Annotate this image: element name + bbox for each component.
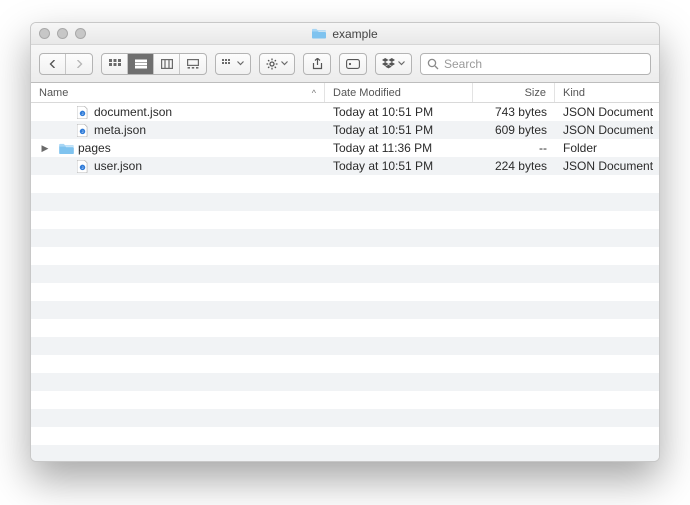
list-view-button[interactable] (128, 54, 154, 74)
file-size: 224 bytes (473, 159, 555, 173)
file-kind: JSON Document (555, 159, 659, 173)
gear-icon (266, 58, 278, 70)
gallery-view-button[interactable] (180, 54, 206, 74)
sort-indicator-icon: ^ (312, 88, 316, 98)
svg-text:J: J (82, 129, 84, 133)
column-header-size[interactable]: Size (473, 83, 555, 102)
empty-row (31, 211, 659, 229)
empty-row (31, 229, 659, 247)
search-input[interactable] (444, 57, 644, 71)
empty-row (31, 283, 659, 301)
empty-row (31, 319, 659, 337)
json-file-icon: J (75, 124, 90, 137)
back-button[interactable] (40, 54, 66, 74)
window-title: example (31, 27, 659, 41)
empty-row (31, 265, 659, 283)
empty-row (31, 409, 659, 427)
empty-row (31, 355, 659, 373)
column-view-button[interactable] (154, 54, 180, 74)
empty-row (31, 301, 659, 319)
empty-row (31, 445, 659, 461)
column-headers: Name ^ Date Modified Size Kind (31, 83, 659, 103)
dropbox-icon (382, 58, 395, 69)
column-header-kind[interactable]: Kind (555, 83, 659, 102)
dropbox-button[interactable] (375, 53, 412, 75)
view-mode-buttons (101, 53, 207, 75)
empty-row (31, 373, 659, 391)
titlebar[interactable]: example (31, 23, 659, 45)
json-file-icon: J (75, 106, 90, 119)
chevron-down-icon (281, 61, 288, 66)
file-date: Today at 10:51 PM (325, 105, 473, 119)
file-date: Today at 10:51 PM (325, 159, 473, 173)
search-field[interactable] (420, 53, 651, 75)
column-header-date[interactable]: Date Modified (325, 83, 473, 102)
file-kind: Folder (555, 141, 659, 155)
tag-icon (346, 59, 360, 69)
minimize-button[interactable] (57, 28, 68, 39)
file-name: user.json (94, 159, 142, 173)
empty-row (31, 391, 659, 409)
file-row[interactable]: Jmeta.json Today at 10:51 PM609 bytesJSON… (31, 121, 659, 139)
file-list[interactable]: Jdocument.jsonToday at 10:51 PM743 bytes… (31, 103, 659, 461)
file-row[interactable]: Juser.json Today at 10:51 PM224 bytesJSON… (31, 157, 659, 175)
svg-text:J: J (82, 165, 84, 169)
file-kind: JSON Document (555, 123, 659, 137)
chevron-down-icon (398, 61, 405, 66)
file-row[interactable]: ▶ pages Today at 11:36 PM--Folder (31, 139, 659, 157)
search-icon (427, 58, 439, 70)
file-date: Today at 10:51 PM (325, 123, 473, 137)
file-kind: JSON Document (555, 105, 659, 119)
share-button[interactable] (303, 53, 331, 75)
icon-view-button[interactable] (102, 54, 128, 74)
tags-button[interactable] (339, 53, 367, 75)
window-controls (39, 28, 86, 39)
file-size: 743 bytes (473, 105, 555, 119)
nav-buttons (39, 53, 93, 75)
arrange-button[interactable] (215, 53, 251, 75)
action-button[interactable] (259, 53, 295, 75)
chevron-down-icon (237, 61, 244, 66)
window-title-text: example (332, 27, 377, 41)
svg-text:J: J (82, 111, 84, 115)
file-row[interactable]: Jdocument.json Today at 10:51 PM743 bytes… (31, 103, 659, 121)
file-name: document.json (94, 105, 172, 119)
folder-icon (59, 142, 74, 155)
json-file-icon: J (75, 160, 90, 173)
disclosure-triangle[interactable]: ▶ (39, 143, 51, 154)
empty-row (31, 337, 659, 355)
empty-row (31, 193, 659, 211)
file-size: 609 bytes (473, 123, 555, 137)
toolbar (31, 45, 659, 83)
finder-window: example (30, 22, 660, 462)
empty-row (31, 175, 659, 193)
file-name: pages (78, 141, 111, 155)
share-icon (312, 58, 323, 70)
column-header-name[interactable]: Name ^ (31, 83, 325, 102)
close-button[interactable] (39, 28, 50, 39)
file-name: meta.json (94, 123, 146, 137)
forward-button[interactable] (66, 54, 92, 74)
empty-row (31, 427, 659, 445)
zoom-button[interactable] (75, 28, 86, 39)
file-size: -- (473, 141, 555, 155)
folder-icon (312, 28, 326, 39)
file-date: Today at 11:36 PM (325, 141, 473, 155)
column-header-name-label: Name (39, 87, 68, 99)
empty-row (31, 247, 659, 265)
